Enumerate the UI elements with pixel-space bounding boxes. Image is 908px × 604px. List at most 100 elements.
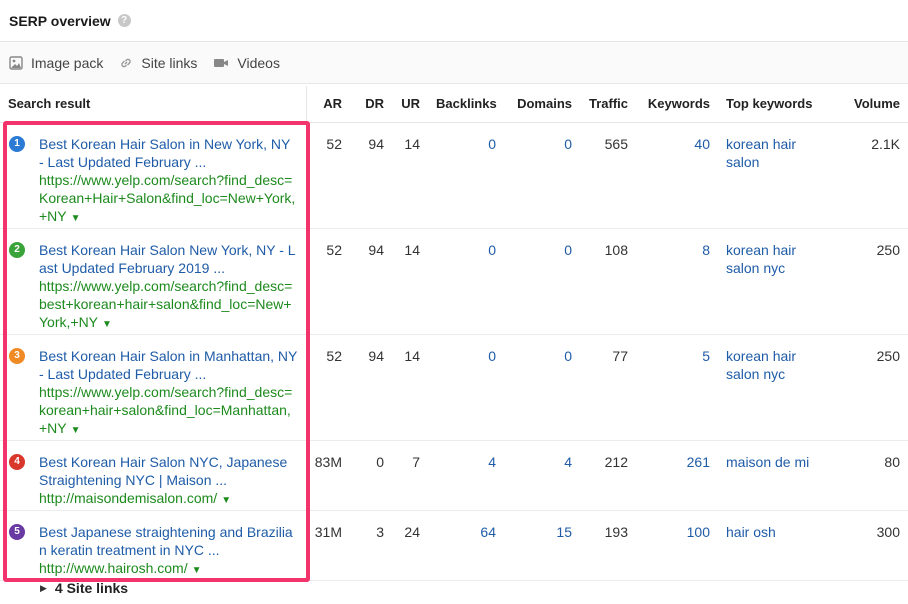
search-result-cell: 5 Best Japanese straightening and Brazil… xyxy=(0,510,307,581)
table-header-row: Search result AR DR UR Backlinks Domains… xyxy=(0,86,908,123)
volume-cell: 2.1K xyxy=(836,122,908,229)
domains-link[interactable]: 0 xyxy=(504,334,580,441)
traffic-cell: 77 xyxy=(580,334,636,441)
dr-cell: 94 xyxy=(350,228,392,335)
serp-features-bar: Image pack Site links Videos xyxy=(0,42,908,84)
top-keyword-link[interactable]: korean hair salon xyxy=(726,136,796,170)
col-top-keywords: Top keywords xyxy=(718,86,836,123)
position-badge: 3 xyxy=(9,347,25,364)
feature-site-links[interactable]: Site links xyxy=(119,55,197,71)
site-links-label: 4 Site links xyxy=(54,580,129,596)
traffic-cell: 212 xyxy=(580,440,636,511)
domains-link[interactable]: 15 xyxy=(504,510,580,581)
ur-cell: 14 xyxy=(392,122,428,229)
keywords-link[interactable]: 261 xyxy=(636,440,718,511)
top-keyword-link[interactable]: korean hair salon nyc xyxy=(726,242,796,276)
link-icon xyxy=(121,58,132,67)
col-volume[interactable]: Volume xyxy=(836,86,908,123)
feature-label: Site links xyxy=(141,54,198,71)
video-icon xyxy=(214,58,229,67)
col-backlinks[interactable]: Backlinks xyxy=(428,86,504,123)
ur-cell: 24 xyxy=(392,510,428,581)
traffic-cell: 565 xyxy=(580,122,636,229)
col-ur[interactable]: UR xyxy=(392,86,428,123)
dr-cell: 94 xyxy=(350,334,392,441)
url-dropdown-icon[interactable]: ▼ xyxy=(192,565,202,576)
ur-cell: 14 xyxy=(392,228,428,335)
keywords-link[interactable]: 40 xyxy=(636,122,718,229)
ar-cell: 52 xyxy=(306,228,350,335)
position-badge: 4 xyxy=(9,453,25,470)
volume-cell: 250 xyxy=(836,334,908,441)
ar-cell: 31M xyxy=(306,510,350,581)
image-icon xyxy=(9,55,23,70)
col-traffic[interactable]: Traffic xyxy=(580,86,636,123)
col-ar[interactable]: AR xyxy=(306,86,350,123)
ur-cell: 14 xyxy=(392,334,428,441)
traffic-cell: 108 xyxy=(580,228,636,335)
ur-cell: 7 xyxy=(392,440,428,511)
table-row: 2 Best Korean Hair Salon New York, NY - … xyxy=(0,228,908,335)
search-result-cell: 3 Best Korean Hair Salon in Manhattan, N… xyxy=(0,334,307,441)
backlinks-link[interactable]: 0 xyxy=(428,228,504,335)
backlinks-link[interactable]: 0 xyxy=(428,334,504,441)
backlinks-link[interactable]: 0 xyxy=(428,122,504,229)
keywords-link[interactable]: 8 xyxy=(636,228,718,335)
dr-cell: 94 xyxy=(350,122,392,229)
keywords-link[interactable]: 5 xyxy=(636,334,718,441)
table-row: 5 Best Japanese straightening and Brazil… xyxy=(0,510,908,581)
col-domains[interactable]: Domains xyxy=(504,86,580,123)
position-badge: 2 xyxy=(9,241,25,258)
url-dropdown-icon[interactable]: ▼ xyxy=(71,213,81,224)
result-title-link[interactable]: Best Korean Hair Salon in Manhattan, NY … xyxy=(39,347,298,383)
feature-label: Videos xyxy=(237,54,280,71)
top-keyword-link[interactable]: korean hair salon nyc xyxy=(726,348,796,382)
search-result-cell: 2 Best Korean Hair Salon New York, NY - … xyxy=(0,228,307,335)
site-links-toggle[interactable]: ▶ 4 Site links xyxy=(40,580,128,596)
expand-triangle-icon: ▶ xyxy=(40,582,47,593)
result-url[interactable]: https://www.yelp.com/search?find_desc=be… xyxy=(39,278,292,330)
result-url[interactable]: http://maisondemisalon.com/ xyxy=(39,490,217,506)
table-row: 3 Best Korean Hair Salon in Manhattan, N… xyxy=(0,334,908,441)
result-title-link[interactable]: Best Korean Hair Salon in New York, NY -… xyxy=(39,135,298,171)
feature-videos[interactable]: Videos xyxy=(213,55,280,71)
dr-cell: 3 xyxy=(350,510,392,581)
domains-link[interactable]: 0 xyxy=(504,228,580,335)
url-dropdown-icon[interactable]: ▼ xyxy=(102,319,112,330)
backlinks-link[interactable]: 64 xyxy=(428,510,504,581)
volume-cell: 250 xyxy=(836,228,908,335)
domains-link[interactable]: 4 xyxy=(504,440,580,511)
feature-image-pack[interactable]: Image pack xyxy=(9,55,103,71)
col-dr[interactable]: DR xyxy=(350,86,392,123)
top-keyword-link[interactable]: maison de mi xyxy=(726,454,809,470)
search-result-cell: 4 Best Korean Hair Salon NYC, Japanese S… xyxy=(0,440,307,511)
ar-cell: 52 xyxy=(306,122,350,229)
backlinks-link[interactable]: 4 xyxy=(428,440,504,511)
keywords-link[interactable]: 100 xyxy=(636,510,718,581)
position-badge: 5 xyxy=(9,523,25,540)
table-row: 4 Best Korean Hair Salon NYC, Japanese S… xyxy=(0,440,908,511)
url-dropdown-icon[interactable]: ▼ xyxy=(71,425,81,436)
panel-title: SERP overview xyxy=(9,12,111,29)
panel-header: SERP overview ? xyxy=(0,0,908,42)
feature-label: Image pack xyxy=(31,54,104,71)
result-title-link[interactable]: Best Japanese straightening and Brazilia… xyxy=(39,523,298,559)
table-row: 1 Best Korean Hair Salon in New York, NY… xyxy=(0,122,908,229)
position-badge: 1 xyxy=(9,135,25,152)
serp-table: Search result AR DR UR Backlinks Domains… xyxy=(0,86,908,581)
url-dropdown-icon[interactable]: ▼ xyxy=(221,495,231,506)
result-title-link[interactable]: Best Korean Hair Salon New York, NY - La… xyxy=(39,241,298,277)
ar-cell: 83M xyxy=(306,440,350,511)
domains-link[interactable]: 0 xyxy=(504,122,580,229)
col-keywords[interactable]: Keywords xyxy=(636,86,718,123)
volume-cell: 80 xyxy=(836,440,908,511)
col-search-result: Search result xyxy=(0,86,307,123)
search-result-cell: 1 Best Korean Hair Salon in New York, NY… xyxy=(0,122,307,229)
result-url[interactable]: http://www.hairosh.com/ xyxy=(39,560,188,576)
top-keyword-link[interactable]: hair osh xyxy=(726,524,776,540)
result-title-link[interactable]: Best Korean Hair Salon NYC, Japanese Str… xyxy=(39,453,298,489)
help-icon[interactable]: ? xyxy=(117,14,131,27)
traffic-cell: 193 xyxy=(580,510,636,581)
volume-cell: 300 xyxy=(836,510,908,581)
ar-cell: 52 xyxy=(306,334,350,441)
